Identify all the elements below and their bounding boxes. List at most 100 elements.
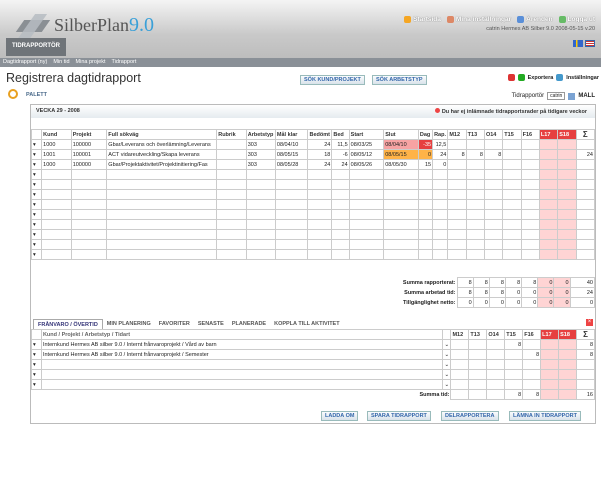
- cell-o14[interactable]: [483, 139, 504, 150]
- cell-bed[interactable]: 11,5: [331, 139, 350, 150]
- nav-cases[interactable]: Ärenden: [517, 16, 553, 23]
- cell-o14[interactable]: 8: [483, 149, 504, 160]
- cell-projekt[interactable]: 100001: [70, 149, 108, 160]
- cell-bed[interactable]: 24: [331, 159, 350, 170]
- cell-projekt[interactable]: 100000: [70, 139, 108, 150]
- cell-l17[interactable]: [538, 139, 559, 150]
- col-projekt[interactable]: Projekt: [70, 129, 108, 140]
- col-s18[interactable]: S18: [557, 129, 577, 140]
- subnav-tidrapport[interactable]: Tidrapport: [112, 59, 137, 66]
- empty-row[interactable]: ▾: [30, 249, 596, 260]
- col-mal-klar[interactable]: Mål klar: [274, 129, 309, 140]
- col-l17[interactable]: L17: [538, 129, 559, 140]
- col-t15[interactable]: T15: [502, 129, 522, 140]
- module-tab[interactable]: TIDRAPPORTÖR: [6, 38, 66, 56]
- cell-m12[interactable]: 8: [447, 149, 467, 160]
- col-dag[interactable]: Dag: [417, 129, 434, 140]
- settings-icon[interactable]: [556, 74, 564, 81]
- col-bedomt[interactable]: Bedömt: [307, 129, 333, 140]
- nav-settings[interactable]: Mina inställningar: [446, 16, 511, 23]
- template-link[interactable]: MALL: [578, 93, 595, 99]
- col-rubrik[interactable]: Rubrik: [216, 129, 247, 140]
- cell-f16[interactable]: [520, 149, 540, 160]
- empty-row[interactable]: ▾: [30, 169, 596, 180]
- empty-row[interactable]: ▾: [30, 179, 596, 190]
- cell-slut[interactable]: 08/05/15: [383, 149, 419, 160]
- cell-t15[interactable]: [502, 159, 522, 170]
- cell-m12[interactable]: [447, 139, 467, 150]
- cell-t13[interactable]: [465, 139, 485, 150]
- empty-row[interactable]: ▾: [30, 239, 596, 250]
- subnav-dagtidrapport[interactable]: Dagtidrapport (ny): [3, 59, 47, 66]
- empty-row[interactable]: ▾: [30, 199, 596, 210]
- cell-bedomt[interactable]: 24: [307, 159, 333, 170]
- nav-logout[interactable]: Logga ut: [558, 16, 595, 23]
- cell-mal-klar[interactable]: 08/05/15: [274, 149, 309, 160]
- cell-t15[interactable]: [502, 139, 522, 150]
- col-rap[interactable]: Rap.: [432, 129, 449, 140]
- cell-kund[interactable]: 1001: [41, 149, 72, 160]
- cell-full-path[interactable]: ACT vidareutveckling/Skapa leverans: [106, 149, 218, 160]
- week-label[interactable]: VECKA 29 - 2008: [36, 108, 80, 114]
- empty-row[interactable]: ▾ ⌄: [31, 359, 595, 370]
- cell-start[interactable]: 08/03/25: [348, 139, 385, 150]
- col-o14[interactable]: O14: [483, 129, 504, 140]
- chevron-down-icon[interactable]: [568, 92, 576, 100]
- close-icon[interactable]: ×: [586, 319, 593, 326]
- cell-bedomt[interactable]: 18: [307, 149, 333, 160]
- row-selector[interactable]: ▾: [30, 159, 43, 170]
- cell-mal-klar[interactable]: 08/04/10: [274, 139, 309, 150]
- col-arbetstyp[interactable]: Arbetstyp: [245, 129, 276, 140]
- cell-rubrik[interactable]: [216, 159, 247, 170]
- cell-s18[interactable]: [557, 159, 577, 170]
- partial-report-button[interactable]: DELRAPPORTERA: [441, 411, 499, 421]
- excel-icon[interactable]: [517, 74, 525, 81]
- nav-home[interactable]: Startsida: [404, 16, 441, 23]
- col-m12[interactable]: M12: [447, 129, 467, 140]
- cell-bedomt[interactable]: 24: [307, 139, 333, 150]
- cell-f16[interactable]: [520, 159, 540, 170]
- cell-slut[interactable]: 08/05/30: [383, 159, 419, 170]
- search-project-button[interactable]: SÖK KUND/PROJEKT: [300, 75, 365, 85]
- col-slut[interactable]: Slut: [383, 129, 419, 140]
- cell-t13[interactable]: 8: [465, 149, 485, 160]
- save-report-button[interactable]: SPARA TIDRAPPORT: [367, 411, 431, 421]
- col-bed[interactable]: Bed: [331, 129, 350, 140]
- row-selector[interactable]: ▾: [30, 139, 43, 150]
- absence-row[interactable]: ▾ Internkund Hermes AB silber 9.0 / Inter…: [31, 339, 595, 350]
- export-label[interactable]: Exportera: [528, 75, 554, 81]
- col-start[interactable]: Start: [348, 129, 385, 140]
- cell-t15[interactable]: [502, 149, 522, 160]
- empty-row[interactable]: ▾: [30, 219, 596, 230]
- swedish-flag-icon[interactable]: [573, 40, 583, 47]
- cell-kund[interactable]: 1000: [41, 139, 72, 150]
- cell-arbetstyp[interactable]: 303: [245, 139, 276, 150]
- empty-row[interactable]: ▾: [30, 229, 596, 240]
- cell-rubrik[interactable]: [216, 149, 247, 160]
- cell-kund[interactable]: 1000: [41, 159, 72, 170]
- cell-arbetstyp[interactable]: 303: [245, 149, 276, 160]
- cell-start[interactable]: 08/05/12: [348, 149, 385, 160]
- col-t13[interactable]: T13: [465, 129, 485, 140]
- row-selector[interactable]: ▾: [30, 149, 43, 160]
- submit-report-button[interactable]: LÄMNA IN TIDRAPPORT: [509, 411, 581, 421]
- reporter-select[interactable]: catrin: [547, 92, 566, 100]
- cell-s18[interactable]: [557, 139, 577, 150]
- cell-full-path[interactable]: Gbar/Leverans och överlämning/Leverans: [106, 139, 218, 150]
- cell-projekt[interactable]: 100000: [70, 159, 108, 170]
- col-full-path[interactable]: Full sökväg: [106, 129, 218, 140]
- cell-mal-klar[interactable]: 08/05/28: [274, 159, 309, 170]
- col-f16[interactable]: F16: [520, 129, 540, 140]
- settings-label[interactable]: Inställningar: [566, 75, 599, 81]
- search-worktype-button[interactable]: SÖK ARBETSTYP: [372, 75, 427, 85]
- cell-f16[interactable]: [520, 139, 540, 150]
- table-row[interactable]: ▾ 1000 100000 Gbar/Leverans och överlämn…: [30, 139, 596, 150]
- cell-m12[interactable]: [447, 159, 467, 170]
- chevron-down-icon[interactable]: ⌄: [442, 349, 452, 360]
- col-kund[interactable]: Kund: [41, 129, 72, 140]
- cell-bed[interactable]: -6: [331, 149, 350, 160]
- cell-slut[interactable]: 08/04/10: [383, 139, 419, 150]
- palett-toggle[interactable]: PALETT: [26, 92, 47, 98]
- cell-l17[interactable]: [538, 159, 559, 170]
- absence-row[interactable]: ▾ Internkund Hermes AB silber 9.0 / Inter…: [31, 349, 595, 360]
